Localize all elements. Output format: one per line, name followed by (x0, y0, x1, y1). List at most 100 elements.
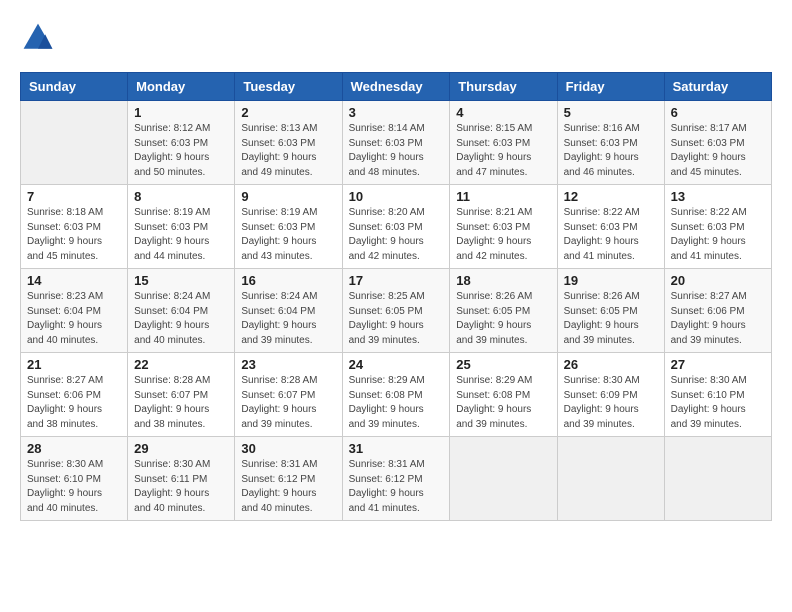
day-number: 15 (134, 273, 228, 288)
day-info: Sunrise: 8:31 AM Sunset: 6:12 PM Dayligh… (241, 458, 335, 516)
day-info: Sunrise: 8:20 AM Sunset: 6:03 PM Dayligh… (349, 206, 444, 264)
day-number: 24 (349, 357, 444, 372)
day-number: 21 (27, 357, 121, 372)
day-number: 17 (349, 273, 444, 288)
day-info: Sunrise: 8:15 AM Sunset: 6:03 PM Dayligh… (456, 122, 550, 180)
day-number: 9 (241, 189, 335, 204)
calendar-cell: 17 Sunrise: 8:25 AM Sunset: 6:05 PM Dayli… (342, 269, 450, 353)
calendar-header: SundayMondayTuesdayWednesdayThursdayFrid… (21, 73, 772, 101)
day-info: Sunrise: 8:18 AM Sunset: 6:03 PM Dayligh… (27, 206, 121, 264)
day-number: 30 (241, 441, 335, 456)
calendar-cell: 23Sunrise: 8:28 AM Sunset: 6:07 PM Dayli… (235, 353, 342, 437)
day-number: 14 (27, 273, 121, 288)
day-number: 1 (134, 105, 228, 120)
day-info: Sunrise: 8:26 AM Sunset: 6:05 PM Dayligh… (564, 290, 658, 348)
week-row-2: 7 Sunrise: 8:18 AM Sunset: 6:03 PM Daylig… (21, 185, 772, 269)
calendar-cell (664, 437, 771, 521)
calendar-cell: 15 Sunrise: 8:24 AM Sunset: 6:04 PM Dayli… (128, 269, 235, 353)
day-number: 31 (349, 441, 444, 456)
day-number: 13 (671, 189, 765, 204)
header-day-thursday: Thursday (450, 73, 557, 101)
calendar-cell: 26 Sunrise: 8:30 AM Sunset: 6:09 PM Dayli… (557, 353, 664, 437)
calendar-cell: 6 Sunrise: 8:17 AM Sunset: 6:03 PM Daylig… (664, 101, 771, 185)
day-info: Sunrise: 8:24 AM Sunset: 6:04 PM Dayligh… (241, 290, 335, 348)
day-info: Sunrise: 8:29 AM Sunset: 6:08 PM Dayligh… (349, 374, 444, 432)
day-number: 26 (564, 357, 658, 372)
day-info: Sunrise: 8:12 AM Sunset: 6:03 PM Dayligh… (134, 122, 228, 180)
calendar-cell: 25Sunrise: 8:29 AM Sunset: 6:08 PM Dayli… (450, 353, 557, 437)
day-number: 7 (27, 189, 121, 204)
day-info: Sunrise: 8:14 AM Sunset: 6:03 PM Dayligh… (349, 122, 444, 180)
day-info: Sunrise: 8:30 AM Sunset: 6:11 PM Dayligh… (134, 458, 228, 516)
day-info: Sunrise: 8:17 AM Sunset: 6:03 PM Dayligh… (671, 122, 765, 180)
day-number: 27 (671, 357, 765, 372)
day-number: 8 (134, 189, 228, 204)
day-number: 4 (456, 105, 550, 120)
day-info: Sunrise: 8:22 AM Sunset: 6:03 PM Dayligh… (564, 206, 658, 264)
day-info: Sunrise: 8:19 AM Sunset: 6:03 PM Dayligh… (134, 206, 228, 264)
calendar-cell: 13 Sunrise: 8:22 AM Sunset: 6:03 PM Dayli… (664, 185, 771, 269)
calendar-cell: 28 Sunrise: 8:30 AM Sunset: 6:10 PM Dayli… (21, 437, 128, 521)
day-info: Sunrise: 8:26 AM Sunset: 6:05 PM Dayligh… (456, 290, 550, 348)
week-row-5: 28 Sunrise: 8:30 AM Sunset: 6:10 PM Dayli… (21, 437, 772, 521)
calendar-cell: 12 Sunrise: 8:22 AM Sunset: 6:03 PM Dayli… (557, 185, 664, 269)
day-number: 16 (241, 273, 335, 288)
calendar-cell: 20Sunrise: 8:27 AM Sunset: 6:06 PM Dayli… (664, 269, 771, 353)
calendar-cell: 8 Sunrise: 8:19 AM Sunset: 6:03 PM Daylig… (128, 185, 235, 269)
day-info: Sunrise: 8:28 AM Sunset: 6:07 PM Dayligh… (134, 374, 228, 432)
calendar-cell: 21 Sunrise: 8:27 AM Sunset: 6:06 PM Dayli… (21, 353, 128, 437)
day-number: 20 (671, 273, 765, 288)
day-number: 28 (27, 441, 121, 456)
calendar-cell: 7 Sunrise: 8:18 AM Sunset: 6:03 PM Daylig… (21, 185, 128, 269)
calendar-cell: 9 Sunrise: 8:19 AM Sunset: 6:03 PM Daylig… (235, 185, 342, 269)
calendar-cell: 24 Sunrise: 8:29 AM Sunset: 6:08 PM Dayli… (342, 353, 450, 437)
day-info: Sunrise: 8:19 AM Sunset: 6:03 PM Dayligh… (241, 206, 335, 264)
calendar-cell: 16 Sunrise: 8:24 AM Sunset: 6:04 PM Dayli… (235, 269, 342, 353)
calendar-cell: 18 Sunrise: 8:26 AM Sunset: 6:05 PM Dayli… (450, 269, 557, 353)
calendar-cell: 11 Sunrise: 8:21 AM Sunset: 6:03 PM Dayli… (450, 185, 557, 269)
day-info: Sunrise: 8:27 AM Sunset: 6:06 PM Dayligh… (27, 374, 121, 432)
day-number: 12 (564, 189, 658, 204)
day-number: 18 (456, 273, 550, 288)
day-number: 3 (349, 105, 444, 120)
day-info: Sunrise: 8:30 AM Sunset: 6:09 PM Dayligh… (564, 374, 658, 432)
day-info: Sunrise: 8:16 AM Sunset: 6:03 PM Dayligh… (564, 122, 658, 180)
day-info: Sunrise: 8:21 AM Sunset: 6:03 PM Dayligh… (456, 206, 550, 264)
calendar-cell: 5 Sunrise: 8:16 AM Sunset: 6:03 PM Daylig… (557, 101, 664, 185)
calendar-cell: 2Sunrise: 8:13 AM Sunset: 6:03 PM Daylig… (235, 101, 342, 185)
header-day-wednesday: Wednesday (342, 73, 450, 101)
calendar-cell: 14Sunrise: 8:23 AM Sunset: 6:04 PM Dayli… (21, 269, 128, 353)
header-day-sunday: Sunday (21, 73, 128, 101)
day-info: Sunrise: 8:30 AM Sunset: 6:10 PM Dayligh… (671, 374, 765, 432)
day-number: 10 (349, 189, 444, 204)
day-info: Sunrise: 8:13 AM Sunset: 6:03 PM Dayligh… (241, 122, 335, 180)
calendar-cell: 31 Sunrise: 8:31 AM Sunset: 6:12 PM Dayli… (342, 437, 450, 521)
day-info: Sunrise: 8:28 AM Sunset: 6:07 PM Dayligh… (241, 374, 335, 432)
calendar-body: 1 Sunrise: 8:12 AM Sunset: 6:03 PM Daylig… (21, 101, 772, 521)
day-number: 11 (456, 189, 550, 204)
day-info: Sunrise: 8:29 AM Sunset: 6:08 PM Dayligh… (456, 374, 550, 432)
calendar-cell: 27 Sunrise: 8:30 AM Sunset: 6:10 PM Dayli… (664, 353, 771, 437)
day-info: Sunrise: 8:22 AM Sunset: 6:03 PM Dayligh… (671, 206, 765, 264)
day-number: 22 (134, 357, 228, 372)
page-header (20, 20, 772, 56)
day-number: 5 (564, 105, 658, 120)
day-info: Sunrise: 8:30 AM Sunset: 6:10 PM Dayligh… (27, 458, 121, 516)
day-number: 29 (134, 441, 228, 456)
calendar-cell: 10 Sunrise: 8:20 AM Sunset: 6:03 PM Dayli… (342, 185, 450, 269)
header-day-friday: Friday (557, 73, 664, 101)
day-info: Sunrise: 8:31 AM Sunset: 6:12 PM Dayligh… (349, 458, 444, 516)
header-day-monday: Monday (128, 73, 235, 101)
header-day-tuesday: Tuesday (235, 73, 342, 101)
day-number: 19 (564, 273, 658, 288)
logo (20, 20, 62, 56)
calendar-cell (557, 437, 664, 521)
week-row-4: 21 Sunrise: 8:27 AM Sunset: 6:06 PM Dayli… (21, 353, 772, 437)
calendar-cell: 19 Sunrise: 8:26 AM Sunset: 6:05 PM Dayli… (557, 269, 664, 353)
day-number: 6 (671, 105, 765, 120)
calendar-cell (450, 437, 557, 521)
week-row-3: 14Sunrise: 8:23 AM Sunset: 6:04 PM Dayli… (21, 269, 772, 353)
day-info: Sunrise: 8:24 AM Sunset: 6:04 PM Dayligh… (134, 290, 228, 348)
calendar-cell: 4 Sunrise: 8:15 AM Sunset: 6:03 PM Daylig… (450, 101, 557, 185)
day-info: Sunrise: 8:25 AM Sunset: 6:05 PM Dayligh… (349, 290, 444, 348)
